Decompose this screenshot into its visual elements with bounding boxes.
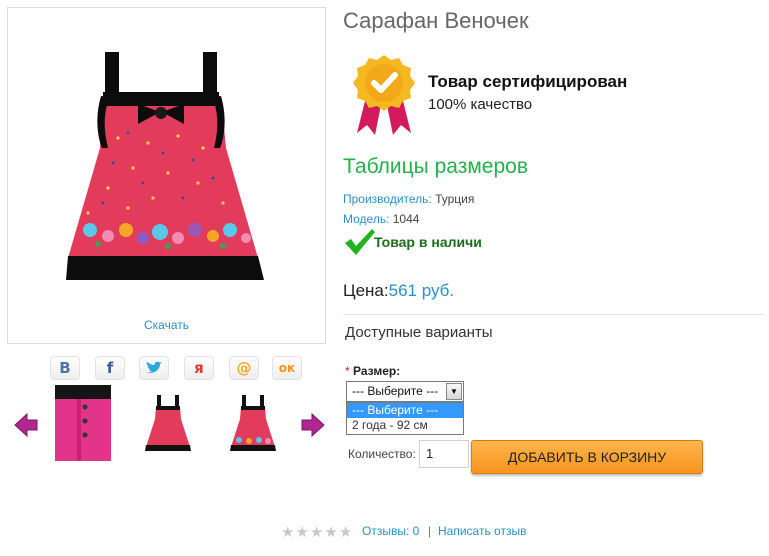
variants-title: Доступные варианты (345, 324, 493, 341)
thumbnail-dress-flowers-image (230, 395, 276, 451)
thumbnail-dress-image (145, 395, 191, 451)
add-to-cart-button[interactable]: ДОБАВИТЬ В КОРЗИНУ (471, 440, 703, 474)
checkmark-icon (345, 229, 375, 255)
model-value: 1044 (392, 212, 420, 226)
size-select[interactable]: --- Выберите --- ▼ (346, 381, 464, 402)
star-icon: ★ (309, 523, 324, 541)
star-icon: ★ (324, 523, 338, 541)
required-mark: * (345, 364, 350, 378)
price-label: Цена: (343, 281, 389, 300)
star-icon: ★ (281, 523, 295, 541)
thumbnail-3[interactable] (225, 385, 281, 461)
size-select-value: --- Выберите --- (352, 384, 439, 398)
mail-icon: @ (236, 359, 252, 377)
certificate-subtitle: 100% качество (428, 96, 533, 113)
review-separator: | (428, 524, 432, 538)
yandex-icon: я (194, 359, 204, 377)
size-label: Размер: (353, 364, 401, 378)
star-icon: ★ (295, 523, 309, 541)
manufacturer-row: Производитель: Турция (343, 192, 474, 206)
mail-share-button[interactable]: @ (229, 356, 259, 380)
main-product-image[interactable] (7, 7, 326, 344)
facebook-share-button[interactable]: f (95, 356, 125, 380)
price-value: 561 руб. (388, 281, 455, 300)
size-table-link[interactable]: Таблицы размеров (343, 155, 528, 179)
dress-image (66, 52, 264, 280)
model-row: Модель: 1044 (343, 212, 419, 226)
thumbnail-2[interactable] (140, 385, 196, 461)
price-row: Цена:561 руб. (343, 281, 454, 301)
twitter-icon (146, 361, 162, 373)
star-icon: ★ (338, 523, 353, 541)
size-option[interactable]: --- Выберите --- (347, 403, 463, 418)
odnoklassniki-share-button[interactable]: ок (272, 356, 302, 380)
facebook-icon: f (106, 359, 114, 377)
yandex-share-button[interactable]: я (184, 356, 214, 380)
reviews-link[interactable]: Отзывы: 0 (362, 524, 419, 538)
vk-icon: В (59, 359, 71, 377)
rating-stars: ★ ★ ★ ★ ★ (281, 523, 353, 541)
size-dropdown-list: --- Выберите --- 2 года - 92 см (346, 402, 464, 435)
certificate-badge-icon (353, 55, 415, 135)
quantity-label: Количество: (348, 447, 416, 461)
twitter-share-button[interactable] (139, 356, 169, 380)
thumbnail-detail-image (55, 385, 111, 461)
thumbnail-1[interactable] (55, 385, 111, 461)
manufacturer-label[interactable]: Производитель: (343, 192, 432, 206)
carousel-prev-arrow-icon[interactable] (13, 412, 39, 438)
stock-status: Товар в наличи (374, 234, 482, 250)
download-link[interactable]: Скачать (7, 318, 326, 332)
manufacturer-value: Турция (435, 192, 475, 206)
size-option[interactable]: 2 года - 92 см (347, 418, 463, 433)
carousel-next-arrow-icon[interactable] (300, 412, 326, 438)
dropdown-button[interactable]: ▼ (446, 383, 462, 400)
odnoklassniki-icon: ок (278, 361, 296, 375)
write-review-link[interactable]: Написать отзыв (438, 524, 526, 538)
divider (343, 314, 764, 315)
certificate-title: Товар сертифицирован (428, 72, 628, 91)
vk-share-button[interactable]: В (50, 356, 80, 380)
model-label: Модель: (343, 212, 390, 226)
quantity-input[interactable]: 1 (419, 440, 469, 468)
size-label-row: * Размер: (345, 364, 400, 378)
chevron-down-icon: ▼ (450, 387, 458, 396)
product-title: Сарафан Веночек (343, 8, 529, 33)
